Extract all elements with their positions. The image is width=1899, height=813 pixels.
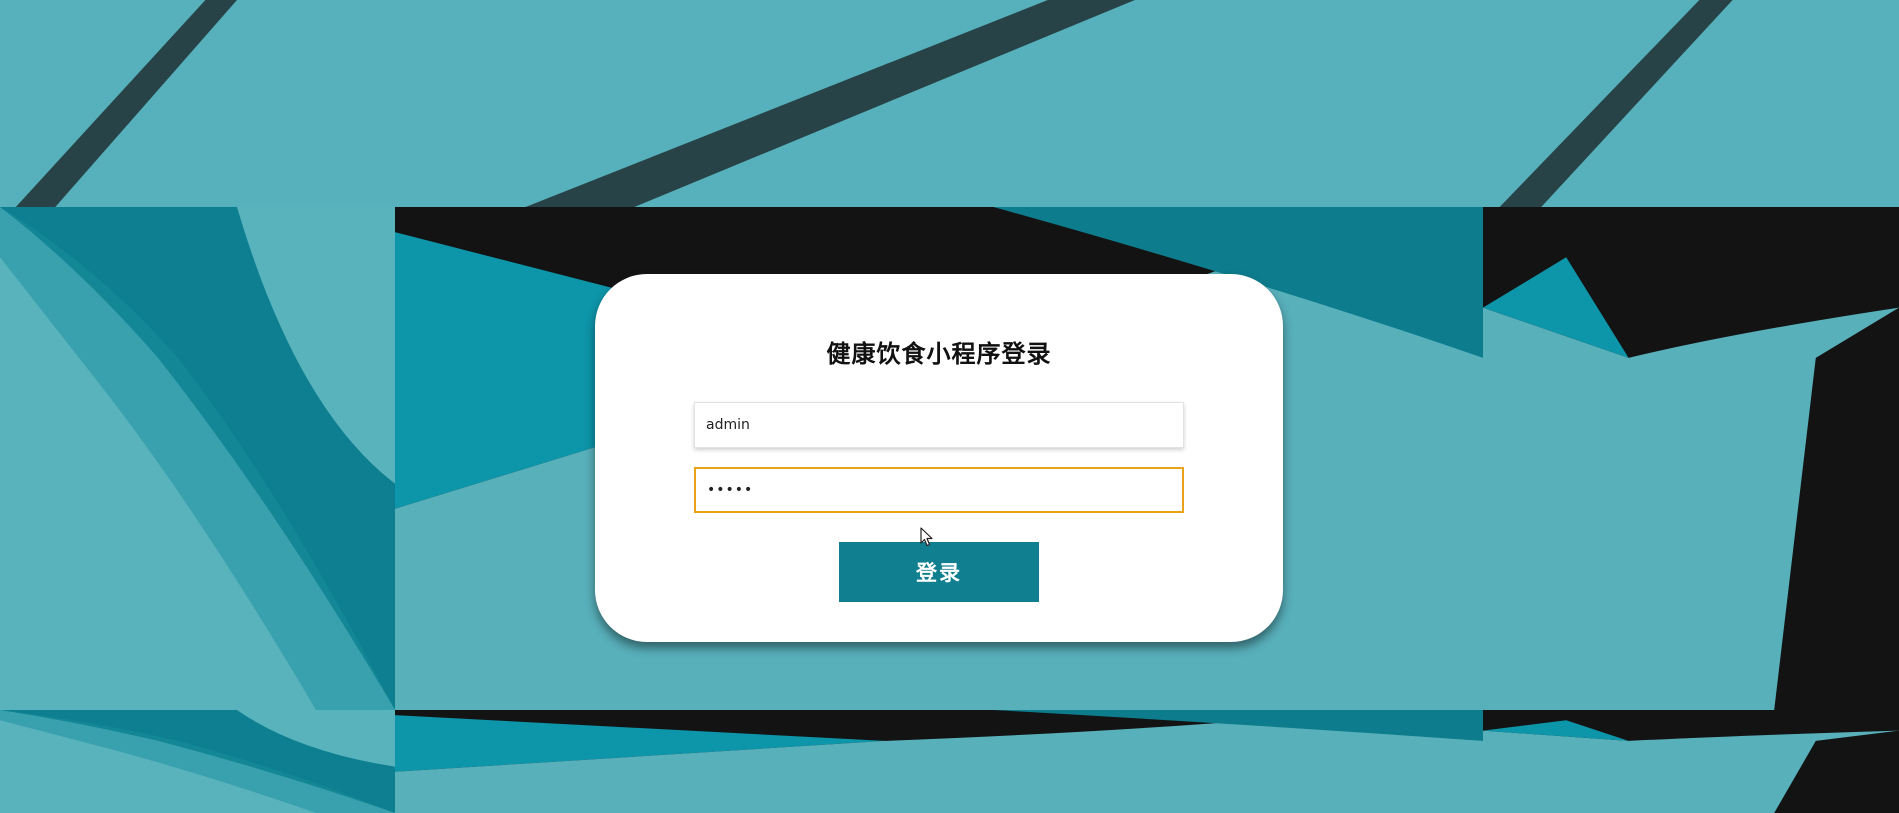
login-card: 健康饮食小程序登录 登录 (595, 274, 1283, 642)
background-tile (1483, 207, 1899, 710)
password-input[interactable] (694, 467, 1184, 513)
page-title: 健康饮食小程序登录 (826, 340, 1052, 368)
background-tile (0, 710, 395, 813)
background-tile (395, 710, 1483, 813)
background-tile (1483, 710, 1899, 813)
background-tile (1483, 0, 1899, 207)
background-tile (0, 207, 395, 710)
username-input[interactable] (694, 402, 1184, 448)
background-tile (0, 0, 395, 207)
background-tile (395, 0, 1483, 207)
login-button[interactable]: 登录 (839, 542, 1039, 602)
